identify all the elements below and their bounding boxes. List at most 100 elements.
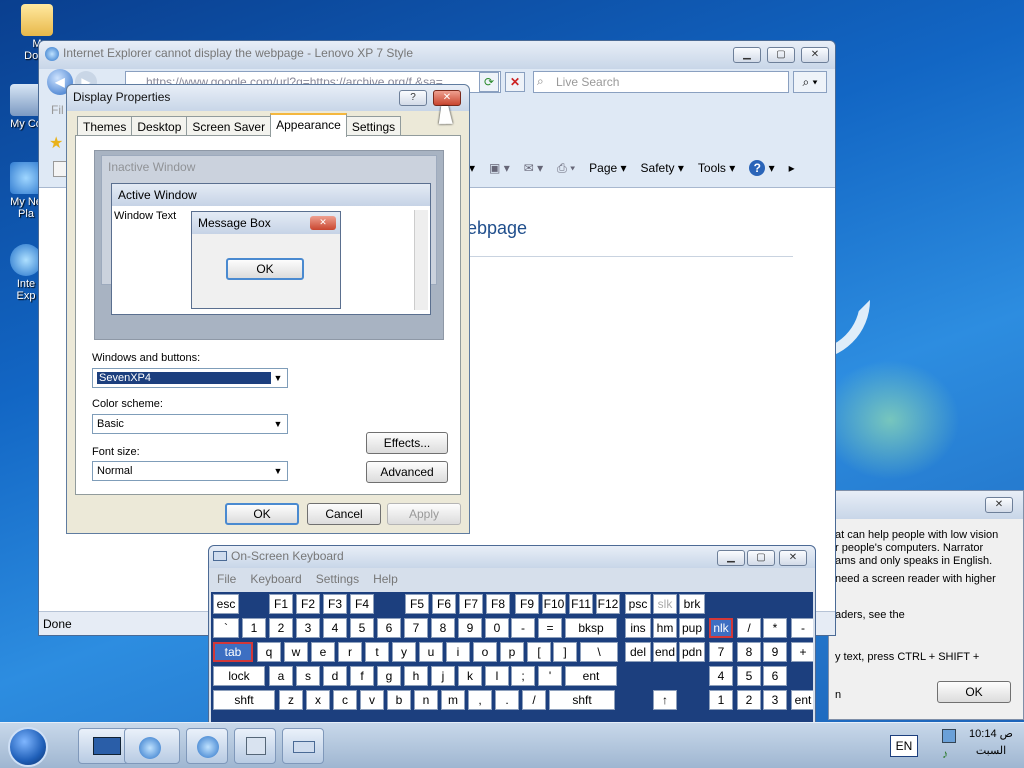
osk-menu-file[interactable]: File	[217, 572, 236, 586]
search-button[interactable]: ⌕ ▾	[793, 71, 827, 93]
effects-button[interactable]: Effects...	[366, 432, 448, 454]
ie-minimize-button[interactable]: ▁	[733, 47, 761, 63]
file-menu[interactable]: Fil	[51, 103, 64, 117]
tab-appearance[interactable]: Appearance	[270, 113, 347, 137]
help-menu[interactable]: ? ▾	[749, 160, 775, 176]
ie-close-button[interactable]: ✕	[801, 47, 829, 63]
osk-key[interactable]: ↑	[653, 690, 677, 710]
osk-key[interactable]: nlk	[709, 618, 733, 638]
osk-key[interactable]: -	[791, 618, 813, 638]
osk-key[interactable]: 1	[242, 618, 266, 638]
osk-key[interactable]: shft	[549, 690, 615, 710]
osk-menu-help[interactable]: Help	[373, 572, 398, 586]
taskbar-ie-window[interactable]	[186, 728, 228, 764]
osk-key[interactable]: ;	[511, 666, 535, 686]
clock[interactable]: 10:14 ص السبت	[962, 727, 1020, 757]
osk-key[interactable]: F4	[350, 594, 374, 614]
osk-menu-settings[interactable]: Settings	[316, 572, 359, 586]
osk-key[interactable]: F10	[542, 594, 566, 614]
osk-key[interactable]: u	[419, 642, 443, 662]
advanced-button[interactable]: Advanced	[366, 461, 448, 483]
osk-key[interactable]: ]	[553, 642, 577, 662]
narrator-close-button[interactable]: ✕	[985, 497, 1013, 513]
feeds-icon[interactable]: ▣ ▾	[489, 161, 510, 175]
osk-key[interactable]: j	[431, 666, 455, 686]
osk-key[interactable]: ent	[791, 690, 813, 710]
osk-key[interactable]: l	[485, 666, 509, 686]
osk-key[interactable]: end	[653, 642, 677, 662]
dp-ok-button[interactable]: OK	[225, 503, 299, 525]
dp-close-button[interactable]: ✕	[433, 90, 461, 106]
tab-desktop[interactable]: Desktop	[131, 116, 188, 136]
osk-key[interactable]: .	[495, 690, 519, 710]
osk-key[interactable]: *	[763, 618, 787, 638]
read-mail-icon[interactable]: ✉ ▾	[524, 161, 543, 175]
osk-key[interactable]: 2	[737, 690, 761, 710]
osk-minimize-button[interactable]: ▁	[717, 550, 745, 566]
osk-key[interactable]: g	[377, 666, 401, 686]
osk-key[interactable]: 4	[323, 618, 347, 638]
osk-key[interactable]: F12	[596, 594, 620, 614]
osk-key[interactable]: x	[306, 690, 330, 710]
osk-key[interactable]: slk	[653, 594, 677, 614]
osk-key[interactable]: ,	[468, 690, 492, 710]
osk-key[interactable]: w	[284, 642, 308, 662]
osk-key[interactable]: t	[365, 642, 389, 662]
osk-key[interactable]: tab	[213, 642, 253, 662]
osk-key[interactable]: F1	[269, 594, 293, 614]
osk-key[interactable]: pdn	[679, 642, 705, 662]
osk-key[interactable]: psc	[625, 594, 651, 614]
osk-key[interactable]: d	[323, 666, 347, 686]
osk-key[interactable]: -	[511, 618, 535, 638]
osk-key[interactable]: 5	[737, 666, 761, 686]
osk-key[interactable]: q	[257, 642, 281, 662]
osk-key[interactable]: a	[269, 666, 293, 686]
osk-key[interactable]: lock	[213, 666, 265, 686]
osk-key[interactable]: brk	[679, 594, 705, 614]
osk-key[interactable]: del	[625, 642, 651, 662]
taskbar-osk[interactable]	[282, 728, 324, 764]
start-button[interactable]	[8, 727, 48, 767]
osk-key[interactable]: F2	[296, 594, 320, 614]
osk-key[interactable]: 9	[763, 642, 787, 662]
osk-key[interactable]: m	[441, 690, 465, 710]
osk-key[interactable]: F11	[569, 594, 593, 614]
page-menu[interactable]: Page ▾	[589, 161, 626, 175]
osk-key[interactable]: esc	[213, 594, 239, 614]
osk-key[interactable]: 8	[431, 618, 455, 638]
narrator-ok-button[interactable]: OK	[937, 681, 1011, 703]
osk-key[interactable]: c	[333, 690, 357, 710]
dp-help-button[interactable]: ?	[399, 90, 427, 106]
osk-key[interactable]: hm	[653, 618, 677, 638]
osk-key[interactable]: i	[446, 642, 470, 662]
osk-key[interactable]: n	[414, 690, 438, 710]
osk-key[interactable]: 2	[269, 618, 293, 638]
network-tray-icon[interactable]	[942, 729, 956, 743]
osk-key[interactable]: 5	[350, 618, 374, 638]
tab-settings[interactable]: Settings	[345, 116, 402, 136]
print-icon[interactable]: ⎙ ▾	[557, 161, 575, 176]
osk-key[interactable]: '	[538, 666, 562, 686]
osk-key[interactable]: v	[360, 690, 384, 710]
osk-key[interactable]: `	[213, 618, 239, 638]
osk-key[interactable]: shft	[213, 690, 275, 710]
osk-key[interactable]: f	[350, 666, 374, 686]
osk-key[interactable]: F3	[323, 594, 347, 614]
osk-key[interactable]: 7	[709, 642, 733, 662]
osk-key[interactable]: b	[387, 690, 411, 710]
tab-themes[interactable]: Themes	[77, 116, 133, 136]
osk-key[interactable]: 6	[763, 666, 787, 686]
osk-key[interactable]: k	[458, 666, 482, 686]
refresh-icon[interactable]: ⟳	[479, 72, 499, 92]
osk-menu-keyboard[interactable]: Keyboard	[250, 572, 301, 586]
osk-key[interactable]: /	[737, 618, 761, 638]
taskbar-display-properties[interactable]	[234, 728, 276, 764]
osk-key[interactable]: 3	[763, 690, 787, 710]
osk-key[interactable]: 6	[377, 618, 401, 638]
language-indicator[interactable]: EN	[890, 735, 918, 757]
osk-key[interactable]: 3	[296, 618, 320, 638]
osk-key[interactable]: o	[473, 642, 497, 662]
osk-key[interactable]: pup	[679, 618, 705, 638]
osk-key[interactable]: F5	[405, 594, 429, 614]
osk-maximize-button[interactable]: ▢	[747, 550, 775, 566]
